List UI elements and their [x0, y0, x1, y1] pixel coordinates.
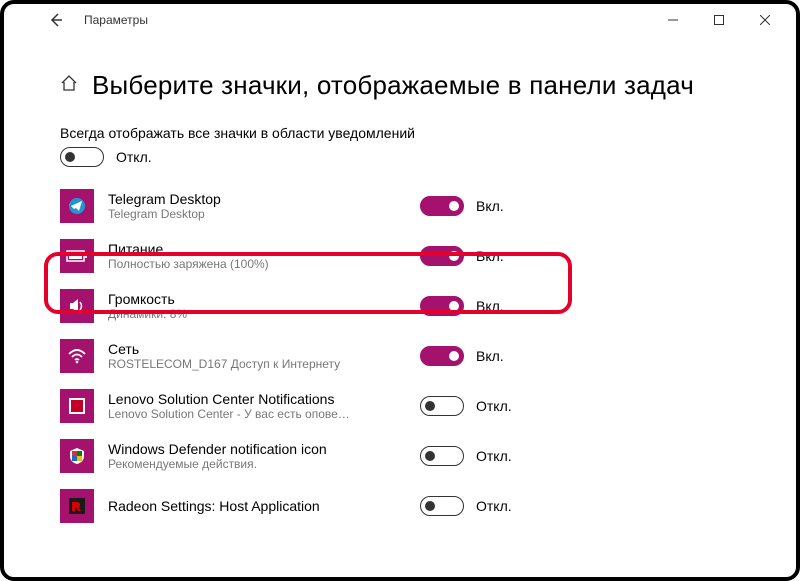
item-toggle[interactable]	[420, 246, 464, 266]
radeon-icon	[60, 489, 94, 523]
page-title: Выберите значки, отображаемые в панели з…	[92, 70, 694, 101]
list-item: СетьROSTELECOM_D167 Доступ к Интернету Вк…	[60, 331, 740, 381]
item-toggle-state: Вкл.	[476, 348, 504, 364]
always-show-toggle[interactable]	[60, 147, 104, 167]
battery-icon	[60, 239, 94, 273]
item-toggle-state: Откл.	[476, 448, 512, 464]
item-toggle[interactable]	[420, 446, 464, 466]
back-button[interactable]	[44, 8, 68, 32]
list-item: ГромкостьДинамики: 8% Вкл.	[60, 281, 740, 331]
list-item-texts: Telegram DesktopTelegram Desktop	[108, 191, 400, 221]
telegram-icon	[60, 189, 94, 223]
list-item-name: Lenovo Solution Center Notifications	[108, 391, 400, 407]
window-title: Параметры	[84, 13, 148, 27]
maximize-icon	[714, 15, 724, 25]
list-item-name: Сеть	[108, 341, 400, 357]
item-toggle-state: Откл.	[476, 398, 512, 414]
list-item-sub: Lenovo Solution Center - У вас есть опов…	[108, 407, 400, 421]
back-arrow-icon	[48, 12, 64, 28]
volume-icon	[60, 289, 94, 323]
list-item-texts: ПитаниеПолностью заряжена (100%)	[108, 241, 400, 271]
lenovo-icon	[60, 389, 94, 423]
maximize-button[interactable]	[696, 4, 742, 36]
list-item-name: Windows Defender notification icon	[108, 441, 400, 457]
list-item-sub: ROSTELECOM_D167 Доступ к Интернету	[108, 357, 400, 371]
home-icon[interactable]	[60, 74, 78, 97]
item-toggle[interactable]	[420, 296, 464, 316]
item-toggle[interactable]	[420, 346, 464, 366]
item-toggle[interactable]	[420, 196, 464, 216]
list-item-sub: Динамики: 8%	[108, 307, 400, 321]
item-toggle-state: Вкл.	[476, 198, 504, 214]
list-item-name: Громкость	[108, 291, 400, 307]
list-item-texts: Radeon Settings: Host Application	[108, 498, 400, 514]
item-toggle-state: Откл.	[476, 498, 512, 514]
list-item-sub: Рекомендуемые действия.	[108, 457, 400, 471]
list-item-texts: Windows Defender notification iconРекоме…	[108, 441, 400, 471]
list-item-sub: Полностью заряжена (100%)	[108, 257, 400, 271]
item-toggle-state: Вкл.	[476, 248, 504, 264]
list-item: Telegram DesktopTelegram Desktop Вкл.	[60, 181, 740, 231]
list-item: Windows Defender notification iconРекоме…	[60, 431, 740, 481]
item-toggle[interactable]	[420, 496, 464, 516]
list-item: Lenovo Solution Center NotificationsLeno…	[60, 381, 740, 431]
list-item-texts: Lenovo Solution Center NotificationsLeno…	[108, 391, 400, 421]
list-item: ПитаниеПолностью заряжена (100%) Вкл.	[60, 231, 740, 281]
list-item-name: Telegram Desktop	[108, 191, 400, 207]
list-item-sub: Telegram Desktop	[108, 207, 400, 221]
list-item-name: Питание	[108, 241, 400, 257]
wifi-icon	[60, 339, 94, 373]
item-toggle[interactable]	[420, 396, 464, 416]
defender-icon	[60, 439, 94, 473]
list-item: Radeon Settings: Host Application Откл.	[60, 481, 740, 531]
list-item-texts: СетьROSTELECOM_D167 Доступ к Интернету	[108, 341, 400, 371]
always-show-label: Всегда отображать все значки в области у…	[60, 125, 740, 141]
minimize-icon	[668, 15, 678, 25]
minimize-button[interactable]	[650, 4, 696, 36]
always-show-state: Откл.	[116, 149, 152, 165]
close-icon	[760, 15, 770, 25]
list-item-texts: ГромкостьДинамики: 8%	[108, 291, 400, 321]
item-toggle-state: Вкл.	[476, 298, 504, 314]
list-item-name: Radeon Settings: Host Application	[108, 498, 400, 514]
close-button[interactable]	[742, 4, 788, 36]
